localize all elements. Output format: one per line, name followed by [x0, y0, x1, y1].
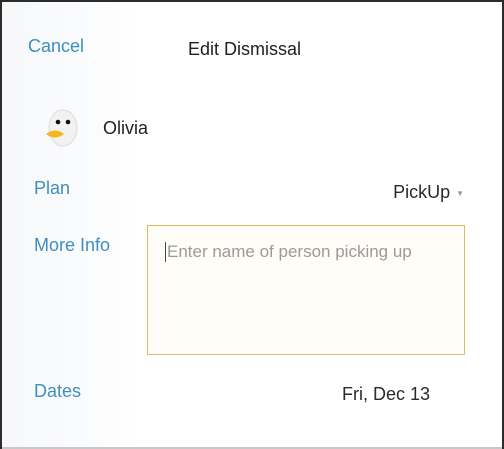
more-info-textarea[interactable]: Enter name of person picking up [147, 225, 465, 355]
edit-dismissal-dialog: Cancel Edit Dismissal Olivia Plan PickUp… [0, 0, 504, 449]
text-cursor [165, 242, 166, 262]
cancel-button[interactable]: Cancel [28, 36, 84, 57]
student-name: Olivia [103, 118, 149, 138]
date-value[interactable]: Fri, Dec 13 [342, 384, 430, 405]
more-info-label: More Info [34, 235, 111, 255]
more-info-placeholder: Enter name of person picking up [167, 242, 412, 261]
plan-dropdown[interactable]: PickUp ▼ [393, 182, 464, 203]
chevron-down-icon: ▼ [456, 189, 464, 198]
dialog-title: Edit Dismissal [188, 39, 302, 59]
duck-avatar-icon [46, 109, 78, 147]
plan-selected-value: PickUp [393, 182, 451, 202]
dates-label: Dates [34, 381, 82, 401]
plan-label: Plan [34, 178, 71, 198]
